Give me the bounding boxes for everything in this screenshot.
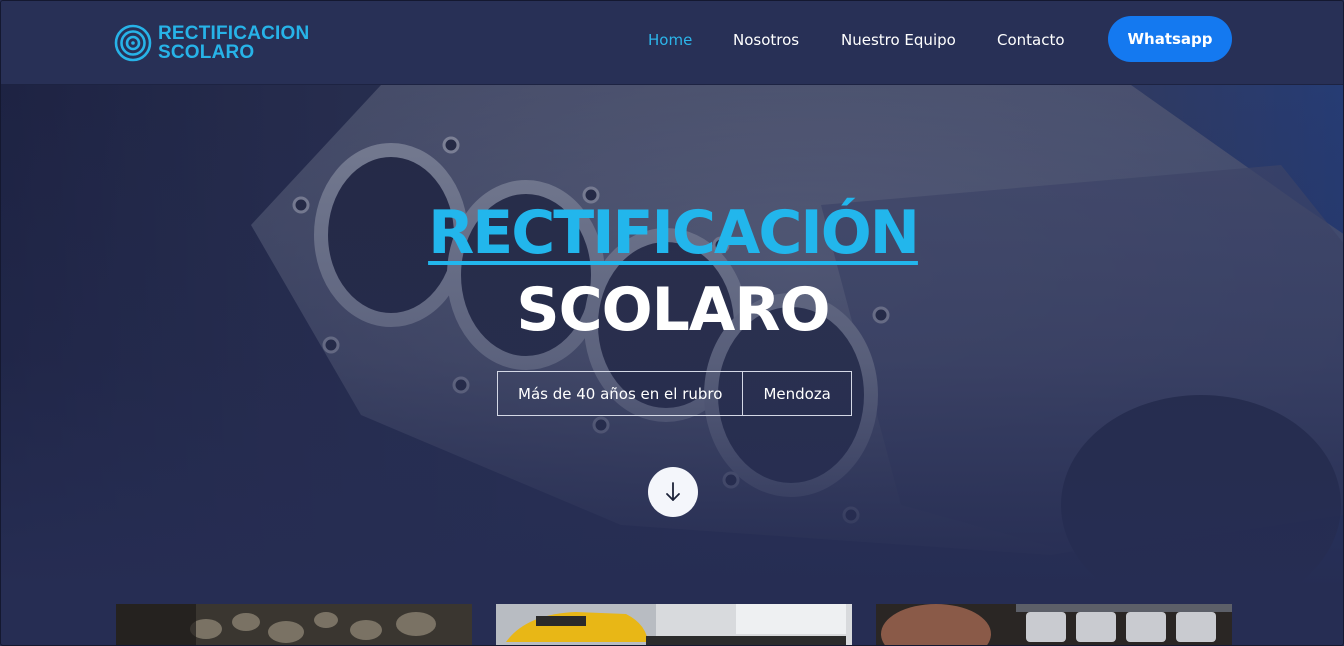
hero-tags: Más de 40 años en el rubro Mendoza	[497, 371, 852, 416]
tag-location: Mendoza	[742, 372, 850, 415]
nav-nuestro-equipo[interactable]: Nuestro Equipo	[841, 31, 956, 49]
browser-viewport: RECTIFICACION SCOLARO Home Nosotros Nues…	[0, 0, 1344, 646]
hero-title-secondary: SCOLARO	[516, 275, 830, 345]
hero-section: RECTIFICACIÓN SCOLARO Más de 40 años en …	[1, 85, 1343, 587]
hero-title-primary: RECTIFICACIÓN	[1, 198, 1343, 268]
card-sports-car[interactable]	[496, 604, 852, 645]
arrow-down-icon	[666, 482, 680, 501]
card-engine-heads[interactable]	[876, 604, 1232, 645]
tag-experience: Más de 40 años en el rubro	[518, 384, 723, 403]
engine-parts-photo	[116, 604, 472, 645]
feature-cards	[1, 604, 1343, 645]
yellow-sports-car-photo	[496, 604, 852, 645]
nav-home[interactable]: Home	[648, 31, 692, 49]
hero-title-link[interactable]: RECTIFICACIÓN	[428, 198, 920, 268]
card-engine-parts[interactable]	[116, 604, 472, 645]
nav-contacto[interactable]: Contacto	[997, 31, 1065, 49]
scroll-down-button[interactable]	[648, 467, 698, 517]
engine-heads-photo	[876, 604, 1232, 645]
nav-nosotros[interactable]: Nosotros	[733, 31, 799, 49]
site-header: RECTIFICACION SCOLARO Home Nosotros Nues…	[1, 1, 1343, 85]
whatsapp-button[interactable]: Whatsapp	[1108, 16, 1232, 62]
